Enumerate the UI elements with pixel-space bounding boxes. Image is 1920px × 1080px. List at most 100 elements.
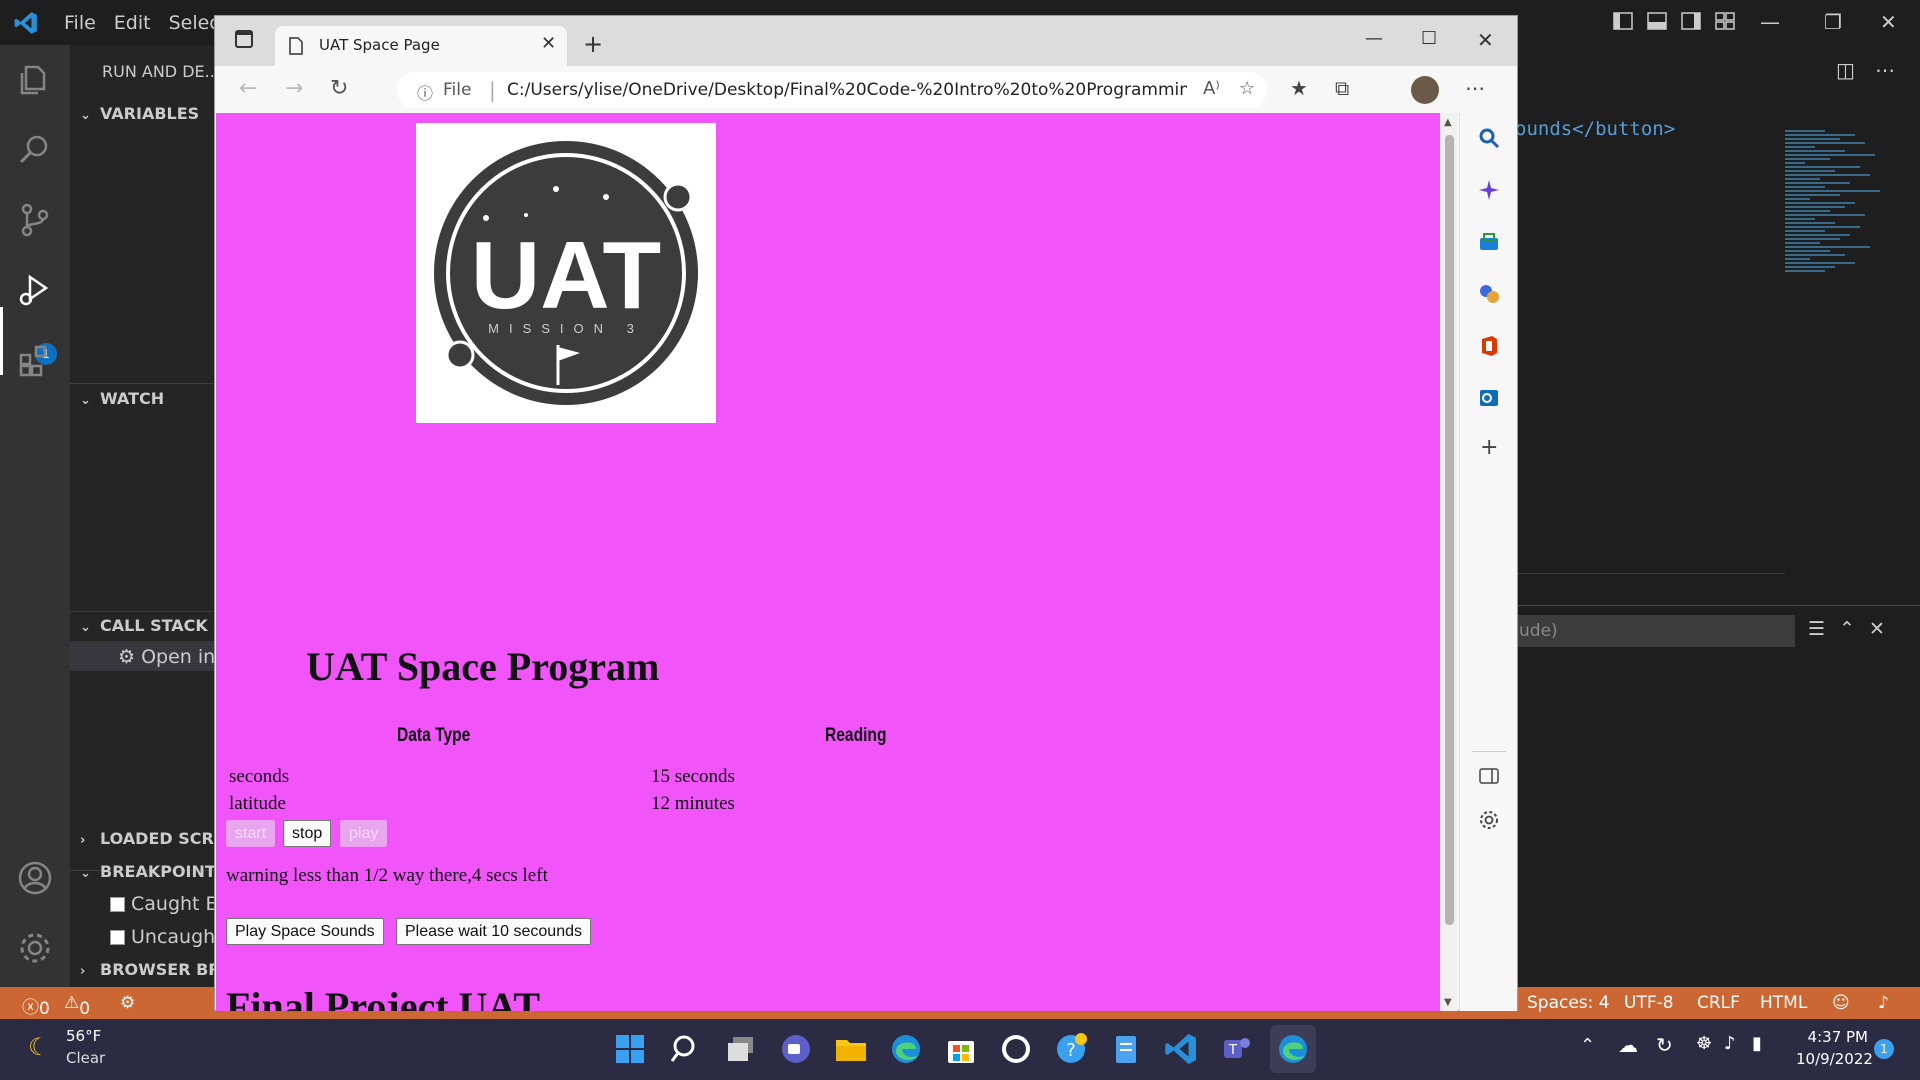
task-view-icon[interactable] (723, 1031, 759, 1067)
onedrive-icon[interactable]: ☁ (1618, 1033, 1638, 1057)
call-stack-section[interactable]: ⌄ CALL STACK (80, 616, 208, 635)
read-aloud-icon[interactable]: A⁾ (1203, 78, 1220, 99)
close-panel-icon[interactable]: ✕ (1869, 618, 1885, 640)
notifications-bell-icon[interactable]: ♪ (1878, 993, 1889, 1013)
browser-minimize-icon[interactable]: — (1365, 28, 1383, 49)
address-bar[interactable]: ⓘ File | C:/Users/ylise/OneDrive/Desktop… (397, 72, 1267, 108)
source-control-icon[interactable] (16, 201, 54, 239)
games-icon[interactable] (1478, 283, 1500, 305)
sync-icon[interactable]: ↻ (1656, 1033, 1673, 1057)
clock-date[interactable]: 10/9/2022 (1796, 1050, 1873, 1068)
shopping-icon[interactable] (1478, 231, 1500, 253)
settings-more-icon[interactable]: ⋯ (1465, 76, 1485, 100)
start-button[interactable]: start (226, 820, 276, 847)
search-icon[interactable] (16, 131, 54, 169)
errors-status[interactable]: ⓧ 0 (22, 993, 50, 1019)
tab-close-icon[interactable]: ✕ (541, 33, 556, 54)
minimap[interactable] (1785, 128, 1905, 348)
notepad-icon[interactable] (1108, 1031, 1144, 1067)
watch-section[interactable]: ⌄ WATCH (80, 389, 164, 408)
info-icon[interactable]: ⓘ (417, 80, 433, 104)
account-icon[interactable] (16, 859, 54, 897)
hide-sidebar-icon[interactable] (1478, 765, 1500, 787)
weather-condition[interactable]: Clear (66, 1049, 105, 1067)
debug-status-icon[interactable]: ⚙ (120, 993, 135, 1013)
sidebar-search-icon[interactable] (1478, 127, 1500, 149)
tab-uat-space-page[interactable]: UAT Space Page ✕ (275, 26, 567, 66)
collections-icon[interactable]: ⧉ (1335, 76, 1349, 100)
browser-close-icon[interactable]: ✕ (1477, 28, 1494, 52)
scroll-thumb[interactable] (1445, 135, 1454, 925)
help-icon[interactable]: ? (1053, 1031, 1089, 1067)
breakpoint-caught[interactable]: Caught Ex (110, 893, 218, 915)
add-sidebar-icon[interactable]: + (1480, 435, 1498, 460)
encoding-status[interactable]: UTF-8 (1624, 993, 1674, 1013)
menu-edit[interactable]: Edit (114, 12, 151, 34)
new-tab-icon[interactable]: + (583, 30, 603, 58)
indentation-status[interactable]: Spaces: 4 (1527, 993, 1610, 1013)
sidebar-settings-icon[interactable] (1478, 809, 1500, 831)
url-text[interactable]: C:/Users/ylise/OneDrive/Desktop/Final%20… (507, 80, 1187, 100)
outlook-icon[interactable] (1478, 387, 1500, 409)
explorer-icon[interactable] (16, 61, 54, 99)
clock-time[interactable]: 4:37 PM (1800, 1028, 1868, 1046)
menu-selection[interactable]: Selec (169, 12, 220, 34)
extensions-icon[interactable] (16, 341, 54, 379)
edge-icon[interactable] (888, 1031, 924, 1067)
settings-gear-icon[interactable] (16, 929, 54, 967)
clear-icon[interactable]: ☰ (1808, 618, 1825, 640)
warnings-status[interactable]: ⚠ 0 (64, 993, 90, 1019)
office-icon[interactable] (1478, 335, 1500, 357)
teams-icon[interactable]: T (1218, 1031, 1254, 1067)
teams-chat-icon[interactable] (778, 1031, 814, 1067)
run-debug-icon[interactable] (16, 271, 54, 309)
github-desktop-icon[interactable] (998, 1031, 1034, 1067)
eol-status[interactable]: CRLF (1697, 993, 1740, 1013)
customize-layout-icon[interactable] (1714, 10, 1736, 32)
restore-icon[interactable]: ❐ (1824, 10, 1842, 34)
play-space-sounds-button[interactable]: Play Space Sounds (226, 918, 384, 945)
profile-avatar[interactable] (1411, 76, 1439, 104)
breakpoint-uncaught[interactable]: Uncaught (110, 926, 218, 948)
language-status[interactable]: HTML (1760, 993, 1807, 1013)
checkbox[interactable] (110, 897, 125, 912)
refresh-icon[interactable]: ↻ (330, 76, 348, 101)
toggle-secondary-sidebar-icon[interactable] (1680, 10, 1702, 32)
breakpoints-section[interactable]: ⌄ BREAKPOINTS (80, 862, 218, 881)
browser-maximize-icon[interactable]: ☐ (1421, 28, 1437, 49)
chevron-up-icon[interactable]: ⌃ (1839, 618, 1855, 640)
loaded-scripts-section[interactable]: ›LOADED SCRIP (80, 829, 218, 848)
tab-actions-icon[interactable] (235, 30, 253, 48)
show-hidden-icons-icon[interactable]: ⌃ (1580, 1035, 1595, 1056)
add-favorite-icon[interactable]: ☆ (1239, 78, 1255, 99)
feedback-icon[interactable]: ☺ (1832, 993, 1850, 1013)
code-fragment[interactable]: ounds</button> (1515, 118, 1675, 140)
taskbar-search-icon[interactable] (668, 1031, 704, 1067)
file-explorer-icon[interactable] (833, 1031, 869, 1067)
checkbox[interactable] (110, 930, 125, 945)
panel-filter-input[interactable]: ude) (1515, 615, 1795, 647)
store-icon[interactable] (943, 1031, 979, 1067)
wifi-icon[interactable]: ☸ (1696, 1033, 1712, 1054)
minimize-icon[interactable]: — (1760, 10, 1780, 34)
scroll-up-icon[interactable]: ▲ (1444, 117, 1452, 128)
stop-button[interactable]: stop (283, 820, 332, 847)
weather-temp[interactable]: 56°F (66, 1027, 101, 1045)
toggle-panel-icon[interactable] (1646, 10, 1668, 32)
edge-active-icon[interactable] (1275, 1031, 1311, 1067)
menu-file[interactable]: File (64, 12, 96, 34)
start-icon[interactable] (612, 1031, 648, 1067)
battery-icon[interactable]: ▮ (1752, 1033, 1762, 1054)
scroll-down-icon[interactable]: ▼ (1444, 997, 1452, 1008)
browser-breakpoints-section[interactable]: ›BROWSER BRE (80, 960, 218, 979)
notification-badge[interactable]: 1 (1874, 1039, 1894, 1059)
close-icon[interactable]: ✕ (1880, 10, 1897, 34)
wait-button[interactable]: Please wait 10 secounds (396, 918, 591, 945)
play-button[interactable]: play (340, 820, 388, 847)
back-icon[interactable]: ← (239, 76, 257, 101)
forward-icon[interactable]: → (285, 76, 303, 101)
page-scrollbar[interactable]: ▲ ▼ (1440, 113, 1458, 1011)
volume-icon[interactable]: ♪ (1724, 1033, 1736, 1054)
split-editor-icon[interactable]: ◫ (1836, 58, 1855, 82)
favorites-icon[interactable]: ★ (1290, 76, 1308, 100)
